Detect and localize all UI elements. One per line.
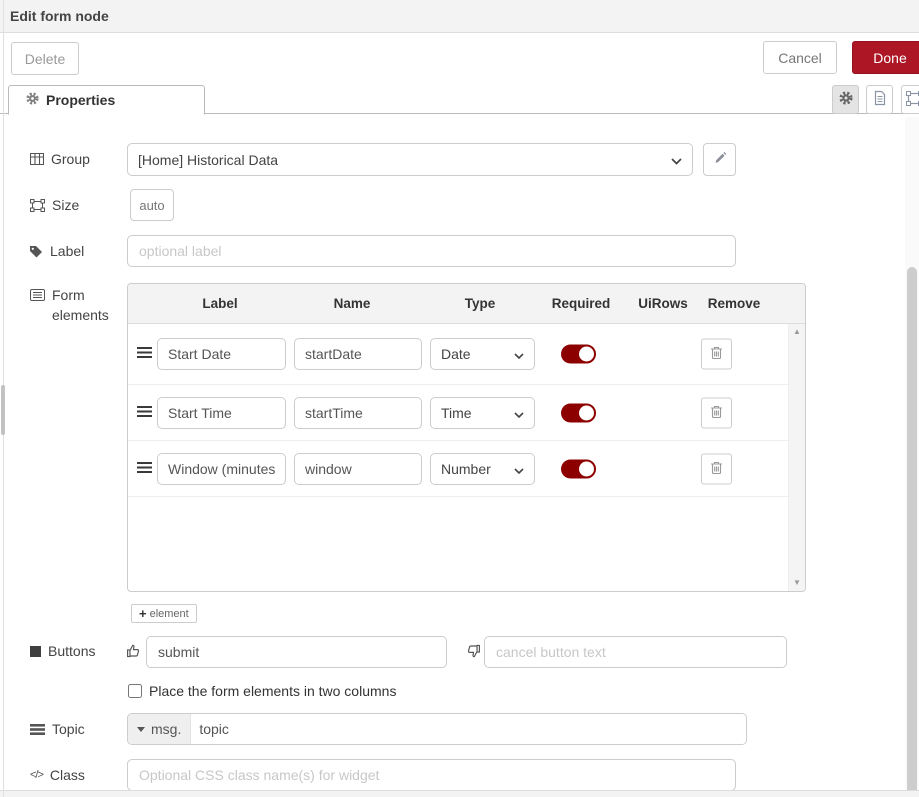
- chevron-down-icon: [514, 346, 524, 362]
- element-type-select[interactable]: Date: [430, 338, 535, 370]
- label-field-label: Label: [30, 243, 84, 259]
- thumbs-up-icon: [126, 643, 142, 664]
- class-input[interactable]: [127, 759, 736, 791]
- form-elements-table-header: Label Name Type Required UiRows Remove: [128, 284, 805, 324]
- scroll-down-icon[interactable]: ▼: [789, 577, 805, 589]
- form-elements-table-body: Date Time: [128, 324, 805, 592]
- required-toggle[interactable]: [561, 459, 594, 478]
- caret-down-icon: [137, 727, 145, 732]
- group-field-label: Group: [30, 151, 90, 167]
- delete-button[interactable]: Delete: [11, 42, 79, 75]
- page-scrollbar[interactable]: [905, 117, 919, 790]
- form-elements-table: Label Name Type Required UiRows Remove D…: [127, 283, 806, 592]
- column-header-required: Required: [552, 284, 611, 324]
- topic-type-label: msg.: [151, 721, 181, 737]
- square-icon: [30, 646, 41, 657]
- table-scrollbar[interactable]: ▲ ▼: [788, 324, 805, 591]
- topic-input[interactable]: [191, 714, 746, 744]
- form-element-row: Time: [128, 385, 797, 441]
- form-element-row: Date: [128, 324, 797, 385]
- table-icon: [30, 153, 44, 165]
- element-label-input[interactable]: [157, 338, 286, 370]
- topic-typed-input: msg.: [127, 713, 747, 745]
- properties-pane-button[interactable]: [832, 85, 859, 114]
- object-size-icon: [30, 199, 45, 212]
- edit-form-node-dialog: Edit form node Delete Cancel Done Proper…: [0, 0, 919, 797]
- chevron-down-icon: [514, 405, 524, 421]
- required-toggle[interactable]: [561, 403, 594, 422]
- size-field-label: Size: [30, 197, 79, 213]
- toggle-knob: [577, 345, 596, 364]
- class-field-label: </> Class: [30, 767, 85, 783]
- element-type-select[interactable]: Number: [430, 453, 535, 485]
- code-icon: </>: [30, 769, 43, 781]
- element-label-input[interactable]: [157, 397, 286, 429]
- pencil-icon: [713, 151, 727, 168]
- dialog-footer-strip: [0, 790, 919, 797]
- page-scrollbar-thumb[interactable]: [907, 267, 917, 797]
- document-icon: [873, 90, 887, 109]
- remove-element-button[interactable]: [701, 397, 732, 428]
- buttons-field-label: Buttons: [30, 643, 95, 659]
- element-name-input[interactable]: [294, 397, 422, 429]
- element-name-input[interactable]: [294, 453, 422, 485]
- element-name-input[interactable]: [294, 338, 422, 370]
- form-elements-field-label: Form elements: [30, 285, 102, 325]
- gear-icon: [839, 91, 853, 108]
- done-button[interactable]: Done: [852, 41, 919, 74]
- required-toggle[interactable]: [561, 345, 594, 364]
- tab-properties-label: Properties: [46, 92, 115, 108]
- add-element-button[interactable]: + element: [131, 604, 197, 623]
- description-pane-button[interactable]: [866, 85, 893, 114]
- appearance-pane-button[interactable]: [901, 85, 919, 114]
- dialog-title: Edit form node: [10, 0, 109, 32]
- edit-group-button[interactable]: [703, 143, 736, 176]
- remove-element-button[interactable]: [701, 339, 732, 370]
- dialog-header: Edit form node: [0, 0, 919, 33]
- label-input[interactable]: [127, 235, 736, 267]
- appearance-icon: [906, 91, 919, 109]
- group-select-value: [Home] Historical Data: [138, 152, 278, 168]
- two-columns-label: Place the form elements in two columns: [149, 683, 396, 699]
- topic-field-label: Topic: [30, 721, 85, 737]
- tab-bar: Properties: [0, 84, 919, 114]
- two-columns-checkbox[interactable]: [128, 684, 142, 698]
- plus-icon: +: [139, 606, 147, 621]
- trash-icon: [710, 460, 723, 477]
- list-icon: [30, 289, 45, 301]
- column-header-type: Type: [465, 284, 496, 324]
- toggle-knob: [577, 459, 596, 478]
- chevron-down-icon: [671, 152, 682, 168]
- drag-handle-icon[interactable]: [137, 345, 152, 363]
- thumbs-down-icon: [465, 643, 481, 664]
- topic-type-selector[interactable]: msg.: [128, 714, 191, 744]
- column-header-label: Label: [202, 284, 237, 324]
- column-header-uirows: UiRows: [638, 284, 688, 324]
- drag-handle-icon[interactable]: [137, 460, 152, 478]
- scroll-up-icon[interactable]: ▲: [789, 326, 805, 338]
- trash-icon: [710, 346, 723, 363]
- two-columns-option[interactable]: Place the form elements in two columns: [128, 683, 396, 699]
- cancel-button-text-input[interactable]: [484, 636, 787, 668]
- remove-element-button[interactable]: [701, 453, 732, 484]
- column-header-name: Name: [334, 284, 371, 324]
- chevron-down-icon: [514, 461, 524, 477]
- tray-resize-handle[interactable]: [1, 385, 5, 435]
- toggle-knob: [577, 403, 596, 422]
- form-element-row: Number: [128, 441, 797, 497]
- column-header-remove: Remove: [708, 284, 761, 324]
- tag-icon: [30, 245, 43, 258]
- bars-icon: [30, 724, 45, 735]
- size-button[interactable]: auto: [130, 189, 174, 221]
- submit-button-text-input[interactable]: [146, 636, 447, 668]
- cancel-button[interactable]: Cancel: [763, 41, 837, 74]
- trash-icon: [710, 404, 723, 421]
- drag-handle-icon[interactable]: [137, 404, 152, 422]
- tab-properties[interactable]: Properties: [8, 85, 205, 115]
- element-type-select[interactable]: Time: [430, 397, 535, 429]
- element-label-input[interactable]: [157, 453, 286, 485]
- gear-icon: [26, 92, 39, 108]
- group-select[interactable]: [Home] Historical Data: [127, 143, 693, 176]
